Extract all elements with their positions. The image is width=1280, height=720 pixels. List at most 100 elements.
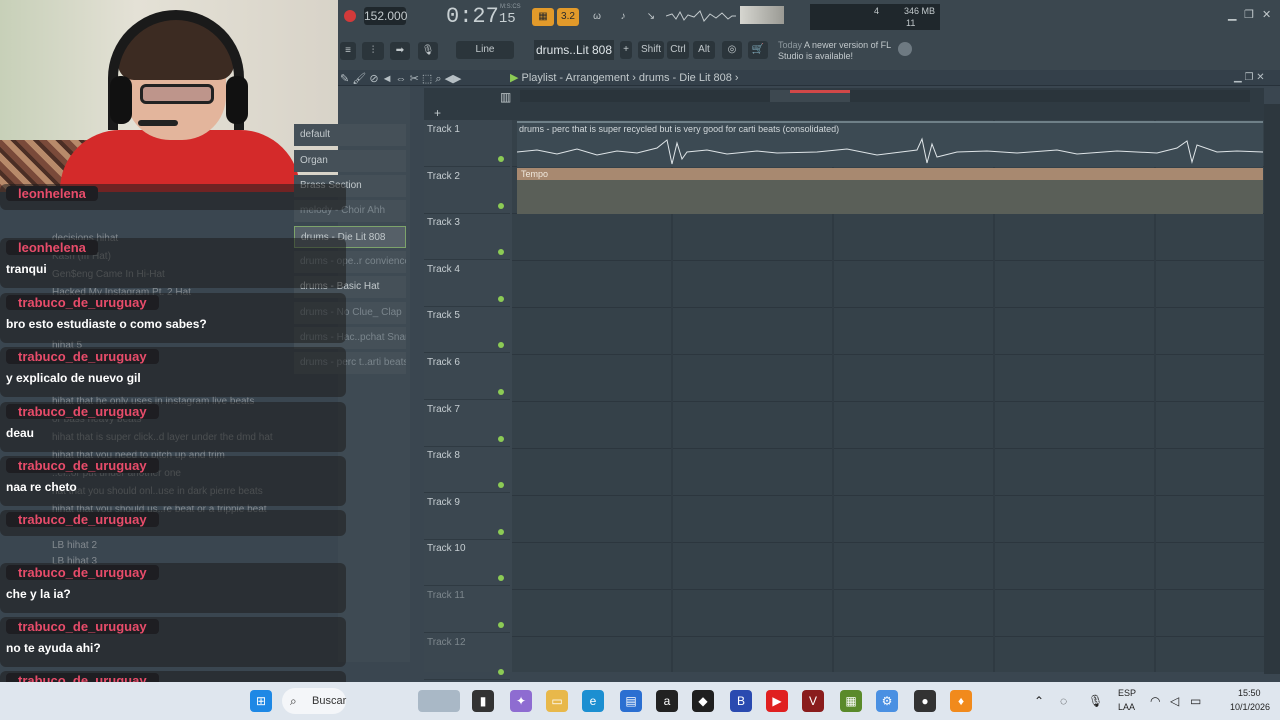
- countdown-icon[interactable]: ↘: [640, 8, 662, 26]
- wait-icon[interactable]: ω: [586, 8, 608, 26]
- update-icon[interactable]: [898, 42, 912, 56]
- track-header[interactable]: Track 3: [424, 213, 510, 261]
- date[interactable]: 10/1/2026: [1230, 702, 1270, 712]
- vertical-scrollbar[interactable]: [1264, 104, 1280, 674]
- chat-username[interactable]: leonhelena: [6, 240, 98, 255]
- fl-studio-icon[interactable]: ♦: [950, 690, 972, 712]
- youtube-icon[interactable]: ▶: [766, 690, 788, 712]
- track-mute-led[interactable]: [498, 295, 504, 302]
- headset-icon[interactable]: ◎: [722, 41, 742, 59]
- chevron-up-icon[interactable]: ⌃: [1034, 694, 1044, 708]
- minimize-icon[interactable]: ▁: [1228, 8, 1236, 21]
- track-mute-led[interactable]: [498, 389, 504, 395]
- track-header[interactable]: Track 4: [424, 260, 510, 307]
- track-mute-led[interactable]: [498, 435, 504, 442]
- volume-icon[interactable]: ◁: [1170, 694, 1179, 708]
- pattern-selector[interactable]: drums..Lit 808: [534, 40, 614, 60]
- chat-username[interactable]: trabuco_de_uruguay: [6, 619, 159, 634]
- snap-selector[interactable]: Line: [456, 41, 514, 59]
- keyboard-layout[interactable]: LAA: [1118, 702, 1135, 712]
- track-header[interactable]: Track 12: [424, 633, 510, 680]
- track-mute-led[interactable]: [498, 342, 504, 349]
- track-mute-led[interactable]: [498, 482, 504, 489]
- track-mute-led[interactable]: [498, 575, 504, 582]
- playlist-window-controls[interactable]: ▁ ❐ ✕: [1234, 72, 1265, 83]
- automation-clip[interactable]: Tempo: [517, 168, 1263, 214]
- playback-icon[interactable]: ◀▶: [445, 73, 462, 85]
- chat-username[interactable]: trabuco_de_uruguay: [6, 565, 159, 580]
- metronome-icon[interactable]: ♪: [612, 8, 634, 26]
- copilot-icon[interactable]: ✦: [510, 690, 532, 712]
- file-explorer-icon[interactable]: ▭: [546, 690, 568, 712]
- valorant-icon[interactable]: V: [802, 690, 824, 712]
- battery-icon[interactable]: ▭: [1190, 694, 1201, 708]
- chat-username[interactable]: trabuco_de_uruguay: [6, 458, 159, 473]
- zoom-icon[interactable]: ⌕: [435, 73, 441, 85]
- alt-key[interactable]: Alt: [693, 41, 715, 59]
- mic-icon[interactable]: 🎙: [418, 42, 438, 60]
- mute-icon[interactable]: ◄: [382, 73, 393, 85]
- restore-icon[interactable]: ❐: [1244, 8, 1254, 21]
- language-code[interactable]: ESP: [1118, 688, 1136, 698]
- track-mute-led[interactable]: [498, 249, 504, 256]
- brush-icon[interactable]: 🖌: [352, 73, 366, 85]
- add-track-icon[interactable]: +: [434, 106, 441, 120]
- pattern-mode-toggle[interactable]: ▥: [500, 90, 511, 104]
- track-header[interactable]: Track 10: [424, 539, 510, 587]
- pencil-icon[interactable]: ✎: [340, 73, 349, 85]
- clock[interactable]: 15:50: [1238, 688, 1261, 698]
- minecraft-icon[interactable]: ▦: [840, 690, 862, 712]
- chat-username[interactable]: leonhelena: [6, 186, 98, 201]
- track-mute-led[interactable]: [498, 668, 504, 675]
- dropbox-icon[interactable]: ◆: [692, 690, 714, 712]
- track-mute-led[interactable]: [498, 528, 504, 535]
- widgets-icon[interactable]: [418, 690, 460, 712]
- track-header[interactable]: Track 11: [424, 586, 510, 633]
- cart-icon[interactable]: 🛒: [748, 41, 768, 59]
- mixer-icon[interactable]: ⫶: [362, 42, 384, 60]
- track-mute-led[interactable]: [498, 156, 504, 162]
- shift-key[interactable]: Shift: [638, 41, 664, 59]
- tempo-display[interactable]: 152.000: [364, 7, 407, 25]
- news-panel[interactable]: Today A newer version of FL Studio is av…: [778, 40, 898, 62]
- close-icon[interactable]: ✕: [1262, 8, 1271, 21]
- chat-username[interactable]: trabuco_de_uruguay: [6, 295, 159, 310]
- track-header[interactable]: Track 9: [424, 493, 510, 540]
- play-icon[interactable]: ▶: [510, 72, 518, 84]
- record-button[interactable]: [344, 10, 356, 22]
- loop-marker[interactable]: [790, 90, 850, 93]
- pattern-mode-icon[interactable]: ▦: [532, 8, 554, 26]
- edge-icon[interactable]: e: [582, 690, 604, 712]
- track-header[interactable]: Track 8: [424, 446, 510, 494]
- track-header[interactable]: Track 6: [424, 353, 510, 400]
- track-header[interactable]: Track 1: [424, 120, 510, 167]
- chat-username[interactable]: trabuco_de_uruguay: [6, 404, 159, 419]
- pattern-number[interactable]: 3.2: [557, 8, 579, 26]
- slip-icon[interactable]: ⇔: [396, 73, 407, 85]
- chat-username[interactable]: trabuco_de_uruguay: [6, 349, 159, 364]
- horizontal-scrollbar[interactable]: [520, 90, 1250, 102]
- mic-tray-icon[interactable]: 🎙: [1088, 694, 1103, 708]
- store-icon[interactable]: ▤: [620, 690, 642, 712]
- bandlab-icon[interactable]: B: [730, 690, 752, 712]
- pattern-item[interactable]: default: [294, 124, 406, 146]
- arrow-icon[interactable]: ➡: [390, 42, 410, 60]
- master-volume[interactable]: [740, 6, 784, 24]
- track-mute-led[interactable]: [498, 202, 504, 209]
- windows-start-icon[interactable]: ⊞: [250, 690, 272, 712]
- track-mute-led[interactable]: [498, 622, 504, 628]
- ctrl-key[interactable]: Ctrl: [667, 41, 689, 59]
- amazon-icon[interactable]: a: [656, 690, 678, 712]
- settings-icon[interactable]: ⚙: [876, 690, 898, 712]
- select-icon[interactable]: ⬚: [422, 73, 432, 85]
- network-tray-icon[interactable]: ◌: [1060, 694, 1067, 708]
- delete-icon[interactable]: ⊘: [369, 73, 378, 85]
- obs-icon[interactable]: ●: [914, 690, 936, 712]
- chat-username[interactable]: trabuco_de_uruguay: [6, 512, 159, 527]
- audio-clip[interactable]: drums - perc that is super recycled but …: [517, 121, 1263, 167]
- task-view-icon[interactable]: ▮: [472, 690, 494, 712]
- track-header[interactable]: Track 2: [424, 167, 510, 214]
- menu-icon[interactable]: ≡: [340, 42, 356, 60]
- slice-icon[interactable]: ✂: [410, 73, 419, 85]
- track-header[interactable]: Track 7: [424, 400, 510, 447]
